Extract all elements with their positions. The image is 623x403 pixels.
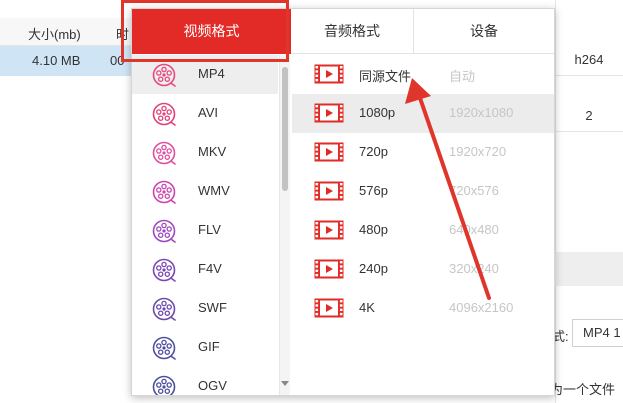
format-tabs: 视频格式 音频格式 设备 [132, 9, 554, 54]
film-reel-icon [152, 336, 176, 360]
video-film-icon [314, 181, 344, 201]
tab-device[interactable]: 设备 [414, 9, 554, 54]
format-item-gif[interactable]: GIF [132, 328, 278, 367]
resolution-dimensions: 320x240 [449, 261, 499, 276]
resolution-item[interactable]: 同源文件 自动 [292, 55, 554, 94]
format-item-wmv[interactable]: WMV [132, 172, 278, 211]
resolution-dimensions: 自动 [449, 69, 476, 84]
film-reel-icon [152, 258, 176, 282]
resolution-item[interactable]: 4K 4096x2160 [292, 289, 554, 328]
section-band [555, 252, 623, 286]
format-item-mp4[interactable]: MP4 [132, 55, 278, 94]
row-time-cell: 00 [110, 53, 125, 68]
format-label: GIF [198, 339, 220, 354]
format-label: FLV [198, 222, 221, 237]
row-size-cell: 4.10 MB [32, 53, 81, 68]
resolution-item[interactable]: 480p 640x480 [292, 211, 554, 250]
format-popup: 视频格式 音频格式 设备 MP4 AVI MKV WMV FLV F4V SWF GIF OGV… [131, 8, 555, 396]
format-item-swf[interactable]: SWF [132, 289, 278, 328]
film-reel-icon [152, 63, 176, 87]
resolution-dimensions: 1920x720 [449, 144, 507, 159]
resolution-item[interactable]: 720p 1920x720 [292, 133, 554, 172]
film-reel-icon [152, 219, 176, 243]
film-reel-icon [152, 102, 176, 126]
resolution-item[interactable]: 240p 320x240 [292, 250, 554, 289]
format-label: OGV [198, 378, 227, 393]
scrollbar-thumb[interactable] [282, 67, 288, 191]
format-item-ogv[interactable]: OGV [132, 367, 278, 395]
video-format-list: MP4 AVI MKV WMV FLV F4V SWF GIF OGV [132, 55, 280, 395]
column-size-header: 大小(mb) [28, 27, 81, 42]
format-list-scrollbar[interactable] [280, 55, 290, 395]
resolution-dimensions: 4096x2160 [449, 300, 514, 315]
format-label: MKV [198, 144, 227, 159]
resolution-dimensions: 1920x1080 [449, 105, 514, 120]
tab-video-format[interactable]: 视频格式 [132, 9, 291, 54]
resolution-label: 4K [359, 300, 375, 315]
resolution-label: 同源文件 [359, 69, 412, 84]
video-film-icon [314, 103, 344, 123]
tab-audio-format[interactable]: 音频格式 [291, 9, 414, 54]
video-film-icon [314, 298, 344, 318]
format-item-avi[interactable]: AVI [132, 94, 278, 133]
scroll-down-arrow-icon[interactable] [281, 381, 289, 386]
video-film-icon [314, 220, 344, 240]
resolution-item[interactable]: 576p 720x576 [292, 172, 554, 211]
resolution-label: 720p [359, 144, 388, 159]
resolution-list: 同源文件 自动 1080p 1920x1080 720p 1920x720 576p 720x… [292, 55, 554, 395]
output-format-select[interactable]: MP4 1 [572, 319, 623, 347]
format-label: AVI [198, 105, 218, 120]
format-label: SWF [198, 300, 227, 315]
column-time-header: 时 [116, 27, 130, 42]
film-reel-icon [152, 375, 176, 395]
format-item-f4v[interactable]: F4V [132, 250, 278, 289]
format-label: WMV [198, 183, 230, 198]
resolution-dimensions: 720x576 [449, 183, 499, 198]
film-reel-icon [152, 141, 176, 165]
resolution-item[interactable]: 1080p 1920x1080 [292, 94, 554, 133]
video-film-icon [314, 64, 344, 84]
format-item-mkv[interactable]: MKV [132, 133, 278, 172]
film-reel-icon [152, 180, 176, 204]
video-film-icon [314, 142, 344, 162]
codec-cell: h264 [555, 44, 623, 76]
resolution-label: 240p [359, 261, 388, 276]
resolution-dimensions: 640x480 [449, 222, 499, 237]
resolution-label: 480p [359, 222, 388, 237]
format-label: MP4 [198, 66, 225, 81]
format-item-flv[interactable]: FLV [132, 211, 278, 250]
resolution-label: 1080p [359, 105, 396, 120]
resolution-label: 576p [359, 183, 388, 198]
film-reel-icon [152, 297, 176, 321]
format-label: F4V [198, 261, 222, 276]
video-film-icon [314, 259, 344, 279]
count-cell: 2 [555, 100, 623, 132]
